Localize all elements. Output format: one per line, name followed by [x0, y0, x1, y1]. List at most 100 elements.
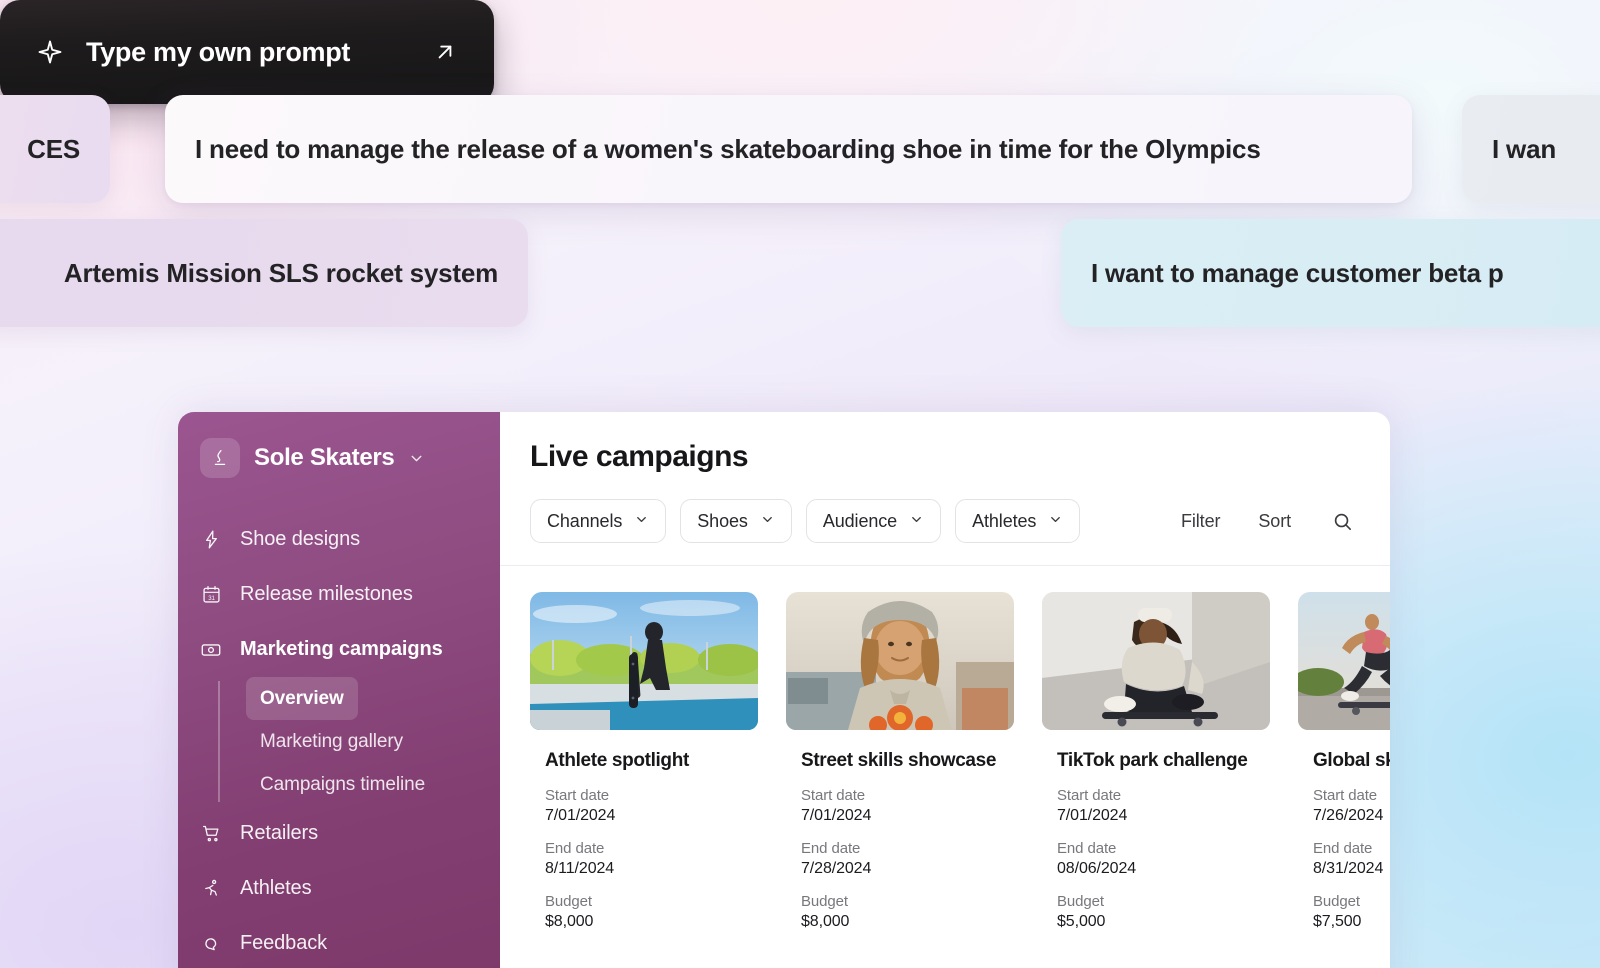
sidebar-subitem-marketing-gallery-label: Marketing gallery	[260, 731, 403, 753]
sidebar-item-marketing-campaigns-label: Marketing campaigns	[240, 638, 443, 661]
prompt-card-featured-label: I need to manage the release of a women'…	[195, 134, 1261, 165]
end-date-label: End date	[1057, 840, 1270, 857]
end-date-label: End date	[801, 840, 1014, 857]
sidebar-subitem-overview-label: Overview	[260, 688, 344, 710]
lightning-bolt-icon	[200, 529, 222, 550]
campaign-budget: Budget $8,000	[545, 893, 758, 931]
budget-value: $8,000	[545, 913, 758, 931]
end-date-value: 8/31/2024	[1313, 860, 1390, 878]
prompt-card-artemis-label: Artemis Mission SLS rocket system	[64, 258, 498, 289]
filter-shoes-label: Shoes	[697, 511, 748, 532]
filter-shoes[interactable]: Shoes	[680, 499, 792, 543]
prompt-card-beta-program-label: I want to manage customer beta p	[1091, 258, 1504, 289]
sidebar-item-retailers[interactable]: Retailers	[178, 806, 500, 861]
skatepark-ramp-photo	[530, 592, 758, 730]
campaign-budget: Budget $8,000	[801, 893, 1014, 931]
filter-audience-label: Audience	[823, 511, 897, 532]
budget-label: Budget	[1313, 893, 1390, 910]
campaign-end-date: End date 8/11/2024	[545, 840, 758, 878]
sidebar-item-shoe-designs-label: Shoe designs	[240, 528, 360, 551]
sidebar-item-shoe-designs[interactable]: Shoe designs	[178, 512, 500, 567]
screen-root: CES I need to manage the release of a wo…	[0, 0, 1600, 968]
svg-text:31: 31	[208, 595, 215, 602]
page-title: Live campaigns	[500, 412, 1390, 474]
prompt-card-beta-program[interactable]: I want to manage customer beta p	[1061, 219, 1600, 327]
campaign-start-date: Start date 7/01/2024	[801, 787, 1014, 825]
campaign-card[interactable]: Athlete spotlight Start date 7/01/2024 E…	[530, 592, 758, 931]
sidebar-subitem-overview[interactable]: Overview	[246, 677, 358, 720]
prompt-carousel: CES I need to manage the release of a wo…	[0, 0, 1600, 104]
start-date-value: 7/01/2024	[1057, 807, 1270, 825]
start-date-value: 7/26/2024	[1313, 807, 1390, 825]
filter-channels-label: Channels	[547, 511, 622, 532]
campaign-card[interactable]: Global skateboa Start date 7/26/2024 End…	[1298, 592, 1390, 931]
runner-icon	[200, 878, 222, 899]
app-window: Sole Skaters Shoe designs 31	[178, 412, 1390, 968]
type-own-prompt-button[interactable]: Type my own prompt	[0, 0, 494, 104]
sidebar-item-athletes-label: Athletes	[240, 877, 311, 900]
campaign-end-date: End date 7/28/2024	[801, 840, 1014, 878]
sidebar-item-athletes[interactable]: Athletes	[178, 861, 500, 916]
prompt-card-artemis[interactable]: Artemis Mission SLS rocket system	[0, 219, 528, 327]
search-icon[interactable]	[1317, 510, 1360, 533]
budget-label: Budget	[1057, 893, 1270, 910]
sort-button[interactable]: Sort	[1246, 511, 1303, 532]
campaign-title: Street skills showcase	[801, 750, 1014, 772]
sidebar-item-release-milestones[interactable]: 31 Release milestones	[178, 567, 500, 622]
filter-button[interactable]: Filter	[1169, 511, 1232, 532]
workspace-name: Sole Skaters	[254, 444, 394, 472]
filter-audience[interactable]: Audience	[806, 499, 941, 543]
campaign-title: Athlete spotlight	[545, 750, 758, 772]
sidebar-subitem-campaigns-timeline[interactable]: Campaigns timeline	[246, 763, 439, 806]
sidebar-item-feedback[interactable]: Feedback	[178, 916, 500, 968]
sidebar-item-feedback-label: Feedback	[240, 932, 327, 955]
end-date-label: End date	[545, 840, 758, 857]
prompt-card-right-partial[interactable]: I wan	[1462, 95, 1600, 203]
chat-bubbles-icon	[200, 933, 222, 954]
workspace-switcher[interactable]: Sole Skaters	[178, 438, 500, 478]
campaign-card-list: Athlete spotlight Start date 7/01/2024 E…	[500, 566, 1390, 931]
start-date-label: Start date	[545, 787, 758, 804]
end-date-value: 08/06/2024	[1057, 860, 1270, 878]
campaign-end-date: End date 8/31/2024	[1313, 840, 1390, 878]
chevron-down-icon	[634, 511, 649, 532]
budget-value: $5,000	[1057, 913, 1270, 931]
sidebar-item-release-milestones-label: Release milestones	[240, 583, 413, 606]
sidebar-item-retailers-label: Retailers	[240, 822, 318, 845]
end-date-label: End date	[1313, 840, 1390, 857]
campaign-start-date: Start date 7/01/2024	[1057, 787, 1270, 825]
campaign-budget: Budget $7,500	[1313, 893, 1390, 931]
campaign-title: TikTok park challenge	[1057, 750, 1270, 772]
filter-toolbar: Channels Shoes Audience	[500, 474, 1390, 543]
filter-athletes[interactable]: Athletes	[955, 499, 1080, 543]
prompt-card-left-partial-label: CES	[27, 134, 80, 165]
arrow-up-right-icon	[432, 39, 458, 65]
plaza-skater-photo	[1298, 592, 1390, 730]
shopping-cart-icon	[200, 823, 222, 844]
end-date-value: 8/11/2024	[545, 860, 758, 878]
start-date-label: Start date	[801, 787, 1014, 804]
chevron-down-icon	[909, 511, 924, 532]
sidebar: Sole Skaters Shoe designs 31	[178, 412, 500, 968]
filter-channels[interactable]: Channels	[530, 499, 666, 543]
sidebar-subitem-marketing-gallery[interactable]: Marketing gallery	[246, 720, 417, 763]
campaign-budget: Budget $5,000	[1057, 893, 1270, 931]
campaign-title: Global skateboa	[1313, 750, 1390, 772]
prompt-card-featured[interactable]: I need to manage the release of a women'…	[165, 95, 1412, 203]
campaign-card[interactable]: TikTok park challenge Start date 7/01/20…	[1042, 592, 1270, 931]
prompt-card-right-partial-label: I wan	[1492, 134, 1556, 165]
sidebar-subnav: Overview Marketing gallery Campaigns tim…	[178, 677, 500, 806]
prompt-card-left-partial[interactable]: CES	[0, 95, 110, 203]
sparkle-icon	[36, 38, 64, 66]
shoe-icon	[200, 438, 240, 478]
filter-athletes-label: Athletes	[972, 511, 1036, 532]
budget-label: Budget	[545, 893, 758, 910]
start-date-value: 7/01/2024	[545, 807, 758, 825]
campaign-end-date: End date 08/06/2024	[1057, 840, 1270, 878]
sidebar-subitem-campaigns-timeline-label: Campaigns timeline	[260, 774, 425, 796]
type-own-prompt-label: Type my own prompt	[86, 37, 410, 68]
campaign-start-date: Start date 7/26/2024	[1313, 787, 1390, 825]
campaign-card[interactable]: Street skills showcase Start date 7/01/2…	[786, 592, 1014, 931]
sidebar-item-marketing-campaigns[interactable]: Marketing campaigns	[178, 622, 500, 677]
campaign-start-date: Start date 7/01/2024	[545, 787, 758, 825]
